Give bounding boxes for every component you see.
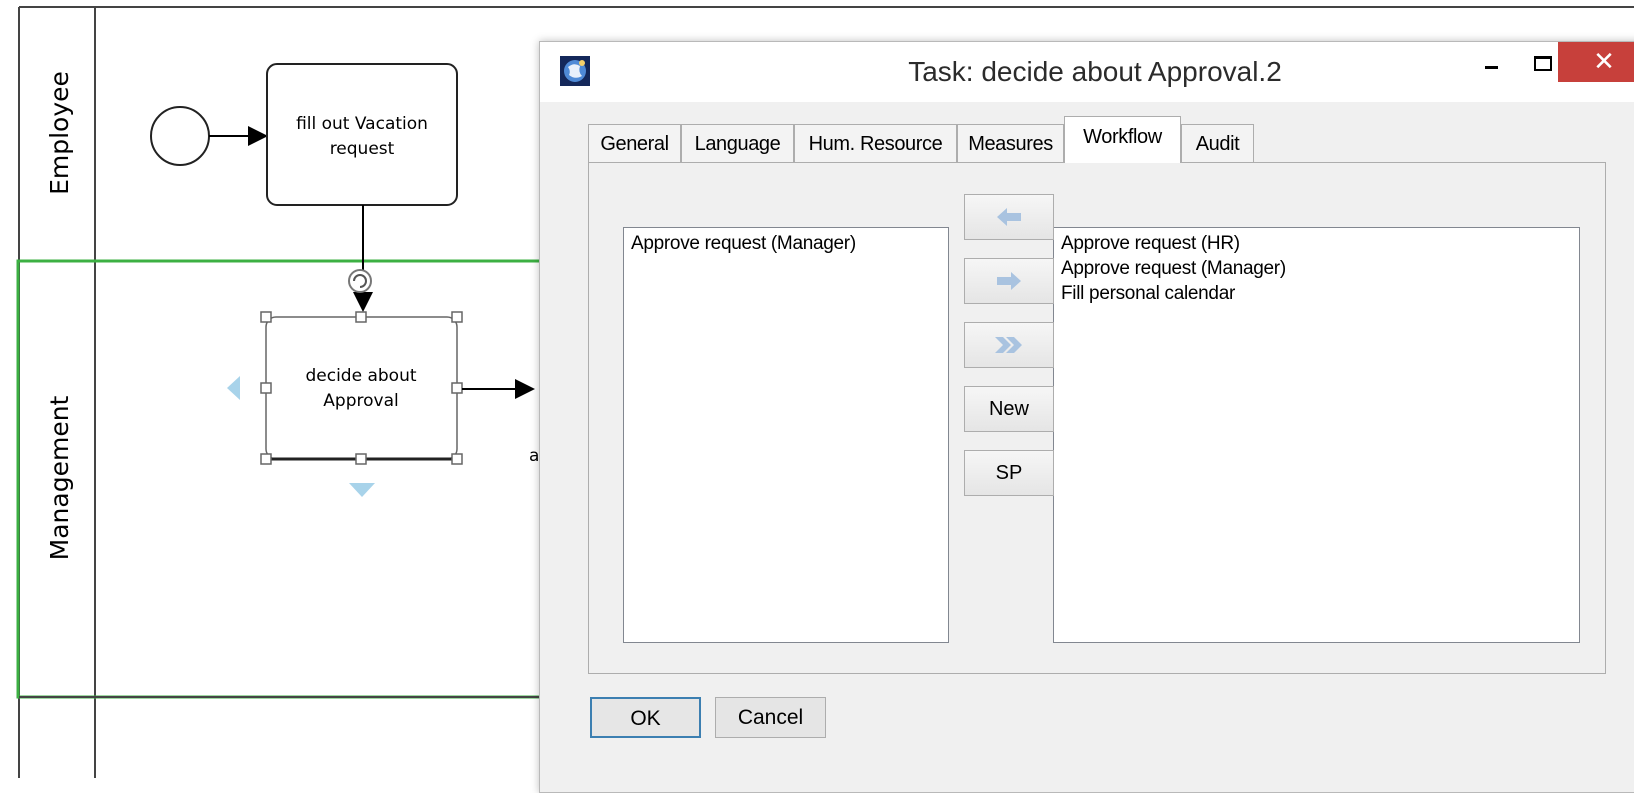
new-button[interactable]: New [964, 386, 1054, 432]
task-decide-about-approval[interactable]: decide about Approval [265, 316, 458, 461]
tab-measures[interactable]: Measures [957, 124, 1064, 162]
tab-workflow[interactable]: Workflow [1064, 116, 1181, 163]
double-arrow-right-icon [995, 337, 1022, 353]
move-all-right-button[interactable] [964, 322, 1054, 368]
task-label-line2: request [330, 139, 395, 159]
lane-label-employee: Employee [45, 71, 74, 195]
task-label-line1: decide about [305, 366, 416, 386]
minimize-button[interactable] [1464, 42, 1516, 82]
title-bar[interactable]: Task: decide about Approval.2 ✕ [540, 42, 1634, 102]
tab-general[interactable]: General [588, 124, 681, 162]
tab-language[interactable]: Language [681, 124, 794, 162]
list-item[interactable]: Approve request (Manager) [1061, 256, 1572, 281]
tab-hum-resource[interactable]: Hum. Resource [794, 124, 957, 162]
quick-add-left-icon[interactable] [227, 376, 240, 400]
move-left-button[interactable] [964, 194, 1054, 240]
available-workflows-list[interactable]: Approve request (HR) Approve request (Ma… [1053, 227, 1580, 643]
task-label-line1: fill out Vacation [296, 114, 428, 134]
cancel-button[interactable]: Cancel [715, 697, 826, 738]
assigned-workflows-list[interactable]: Approve request (Manager) [623, 227, 949, 643]
task-fill-out-vacation-request[interactable]: fill out Vacation request [266, 63, 458, 206]
task-label-line2: Approval [323, 391, 398, 411]
list-item[interactable]: Approve request (Manager) [631, 231, 941, 256]
close-icon: ✕ [1593, 46, 1615, 76]
list-item[interactable]: Fill personal calendar [1061, 281, 1572, 306]
tab-audit[interactable]: Audit [1181, 124, 1254, 162]
list-item[interactable]: Approve request (HR) [1061, 231, 1572, 256]
rotate-handle-icon[interactable] [348, 269, 372, 293]
arrow-left-icon [997, 208, 1021, 226]
close-button[interactable]: ✕ [1558, 42, 1634, 82]
sp-button[interactable]: SP [964, 450, 1054, 496]
task-properties-dialog[interactable]: Task: decide about Approval.2 ✕ General … [539, 41, 1634, 793]
lane-label-management: Management [45, 395, 74, 560]
arrow-right-icon [997, 272, 1021, 290]
partial-flow-label: a [529, 446, 539, 466]
start-event[interactable] [150, 106, 210, 166]
ok-button[interactable]: OK [590, 697, 701, 738]
quick-add-down-icon[interactable] [349, 483, 375, 497]
move-right-button[interactable] [964, 258, 1054, 304]
